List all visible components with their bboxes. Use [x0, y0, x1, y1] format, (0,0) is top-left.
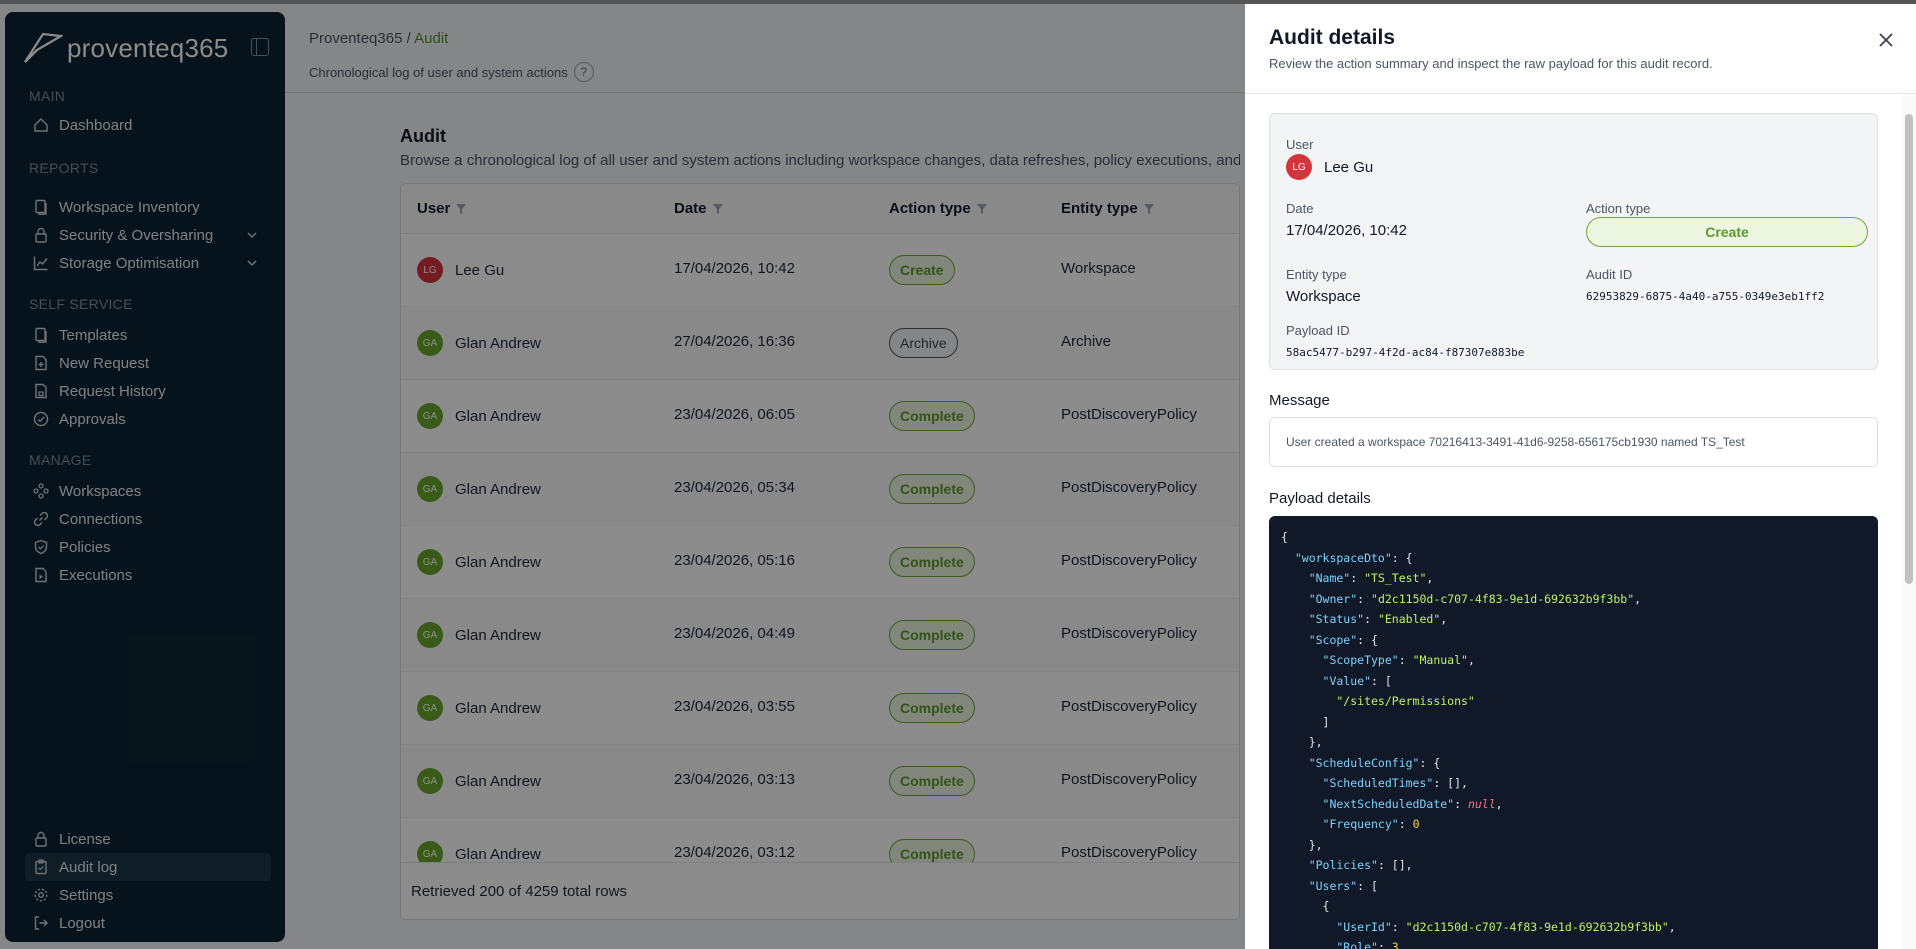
action-type-label: Action type: [1586, 201, 1651, 216]
code-token: "/sites/Permissions": [1281, 694, 1475, 708]
code-token: : {: [1391, 550, 1413, 565]
code-line: "/sites/Permissions": [1281, 691, 1866, 712]
divider: [1245, 93, 1916, 94]
code-line: "Role": 3,: [1281, 937, 1866, 949]
summary-card: User LG Lee Gu Date 17/04/2026, 10:42 Ac…: [1269, 113, 1878, 370]
date-label: Date: [1286, 201, 1314, 216]
code-token: ,: [1668, 919, 1676, 934]
code-token: ,: [1634, 591, 1642, 606]
close-icon[interactable]: [1876, 30, 1896, 50]
code-line: "ScopeType": "Manual",: [1281, 650, 1866, 671]
code-token: "UserId": [1281, 919, 1392, 934]
code-token: :: [1398, 817, 1413, 831]
code-token: "Owner": [1281, 591, 1358, 606]
code-token: ,: [1495, 796, 1503, 811]
code-token: : [: [1357, 878, 1378, 893]
code-token: null: [1467, 796, 1496, 811]
code-token: {: [1281, 899, 1330, 913]
code-token: ,: [1426, 571, 1434, 585]
modal-backdrop[interactable]: [0, 0, 1245, 949]
code-token: : {: [1357, 632, 1378, 647]
code-token: :: [1357, 591, 1372, 606]
code-token: ,: [1398, 940, 1406, 949]
code-line: },: [1281, 732, 1866, 753]
audit-id-label: Audit ID: [1586, 267, 1633, 282]
code-token: "ScopeType": [1281, 653, 1399, 667]
code-token: "Policies": [1281, 858, 1378, 872]
code-token: "ScheduledTimes": [1281, 776, 1434, 790]
code-token: "Value": [1281, 673, 1372, 688]
code-token: "d2c1150d-c707-4f83-9e1d-692632b9f3bb": [1405, 919, 1669, 934]
code-token: {: [1281, 530, 1288, 544]
code-token: : {: [1419, 755, 1441, 770]
code-line: "Frequency": 0: [1281, 814, 1866, 835]
code-token: : [],: [1377, 858, 1413, 872]
drawer-title: Audit details: [1269, 26, 1396, 49]
message-heading: Message: [1269, 392, 1330, 409]
code-token: "TS_Test": [1364, 571, 1427, 585]
code-token: "Manual": [1412, 653, 1468, 667]
code-line: "Name": "TS_Test",: [1281, 568, 1866, 589]
code-token: },: [1281, 837, 1323, 852]
entity-type-label: Entity type: [1286, 267, 1347, 282]
code-token: "Scope": [1281, 632, 1358, 647]
code-token: "Status": [1281, 612, 1365, 626]
code-token: :: [1364, 612, 1378, 626]
entity-type-value: Workspace: [1286, 288, 1361, 305]
code-line: "workspaceDto": {: [1281, 548, 1866, 569]
code-token: "Name": [1281, 571, 1351, 585]
code-line: ]: [1281, 712, 1866, 733]
code-token: :: [1398, 653, 1413, 667]
code-token: "Frequency": [1281, 817, 1399, 831]
code-line: "ScheduledTimes": [],: [1281, 773, 1866, 794]
code-line: "NextScheduledDate": null,: [1281, 794, 1866, 815]
date-value: 17/04/2026, 10:42: [1286, 222, 1407, 239]
code-line: "Value": [: [1281, 671, 1866, 692]
code-token: "Users": [1281, 878, 1358, 893]
code-token: : [: [1371, 673, 1392, 688]
avatar: LG: [1286, 154, 1312, 180]
payload-id-value: 58ac5477-b297-4f2d-ac84-f87307e883be: [1286, 346, 1525, 359]
code-line: "Users": [: [1281, 876, 1866, 897]
action-type-badge: Create: [1586, 217, 1868, 247]
code-line: },: [1281, 835, 1866, 856]
audit-details-drawer: Audit details Review the action summary …: [1245, 4, 1916, 949]
payload-id-label: Payload ID: [1286, 323, 1350, 338]
user-label: User: [1286, 137, 1314, 152]
scrollbar-thumb[interactable]: [1905, 114, 1913, 584]
code-line: "Owner": "d2c1150d-c707-4f83-9e1d-692632…: [1281, 589, 1866, 610]
code-token: :: [1350, 571, 1365, 585]
payload-heading: Payload details: [1269, 490, 1371, 507]
drawer-subtitle: Review the action summary and inspect th…: [1269, 56, 1713, 71]
code-token: "d2c1150d-c707-4f83-9e1d-692632b9f3bb": [1371, 591, 1635, 606]
code-token: ,: [1440, 612, 1448, 626]
code-token: :: [1454, 796, 1468, 811]
code-token: },: [1281, 735, 1323, 749]
code-token: "Role": [1281, 940, 1378, 949]
code-line: {: [1281, 896, 1866, 917]
code-token: "workspaceDto": [1281, 550, 1392, 565]
code-token: : [],: [1433, 776, 1468, 790]
scrollbar[interactable]: [1902, 94, 1916, 949]
code-line: "Scope": {: [1281, 630, 1866, 651]
code-token: :: [1377, 940, 1392, 949]
code-token: "ScheduleConfig": [1281, 755, 1420, 770]
code-line: "ScheduleConfig": {: [1281, 753, 1866, 774]
code-line: "UserId": "d2c1150d-c707-4f83-9e1d-69263…: [1281, 917, 1866, 938]
code-token: 3: [1391, 940, 1399, 949]
code-token: "NextScheduledDate": [1281, 796, 1455, 811]
user-value: LG Lee Gu: [1286, 154, 1373, 180]
code-token: ,: [1467, 653, 1475, 667]
code-token: 0: [1412, 817, 1420, 831]
code-token: ]: [1281, 714, 1330, 729]
code-line: "Policies": [],: [1281, 855, 1866, 876]
user-name: Lee Gu: [1324, 158, 1374, 176]
audit-id-value: 62953829-6875-4a40-a755-0349e3eb1ff2: [1586, 290, 1825, 303]
code-token: "Enabled": [1377, 612, 1441, 626]
payload-code-block[interactable]: { "workspaceDto": { "Name": "TS_Test", "…: [1269, 516, 1878, 949]
code-line: {: [1281, 527, 1866, 548]
code-token: :: [1391, 919, 1406, 934]
code-line: "Status": "Enabled",: [1281, 609, 1866, 630]
message-box: User created a workspace 70216413-3491-4…: [1269, 417, 1878, 467]
